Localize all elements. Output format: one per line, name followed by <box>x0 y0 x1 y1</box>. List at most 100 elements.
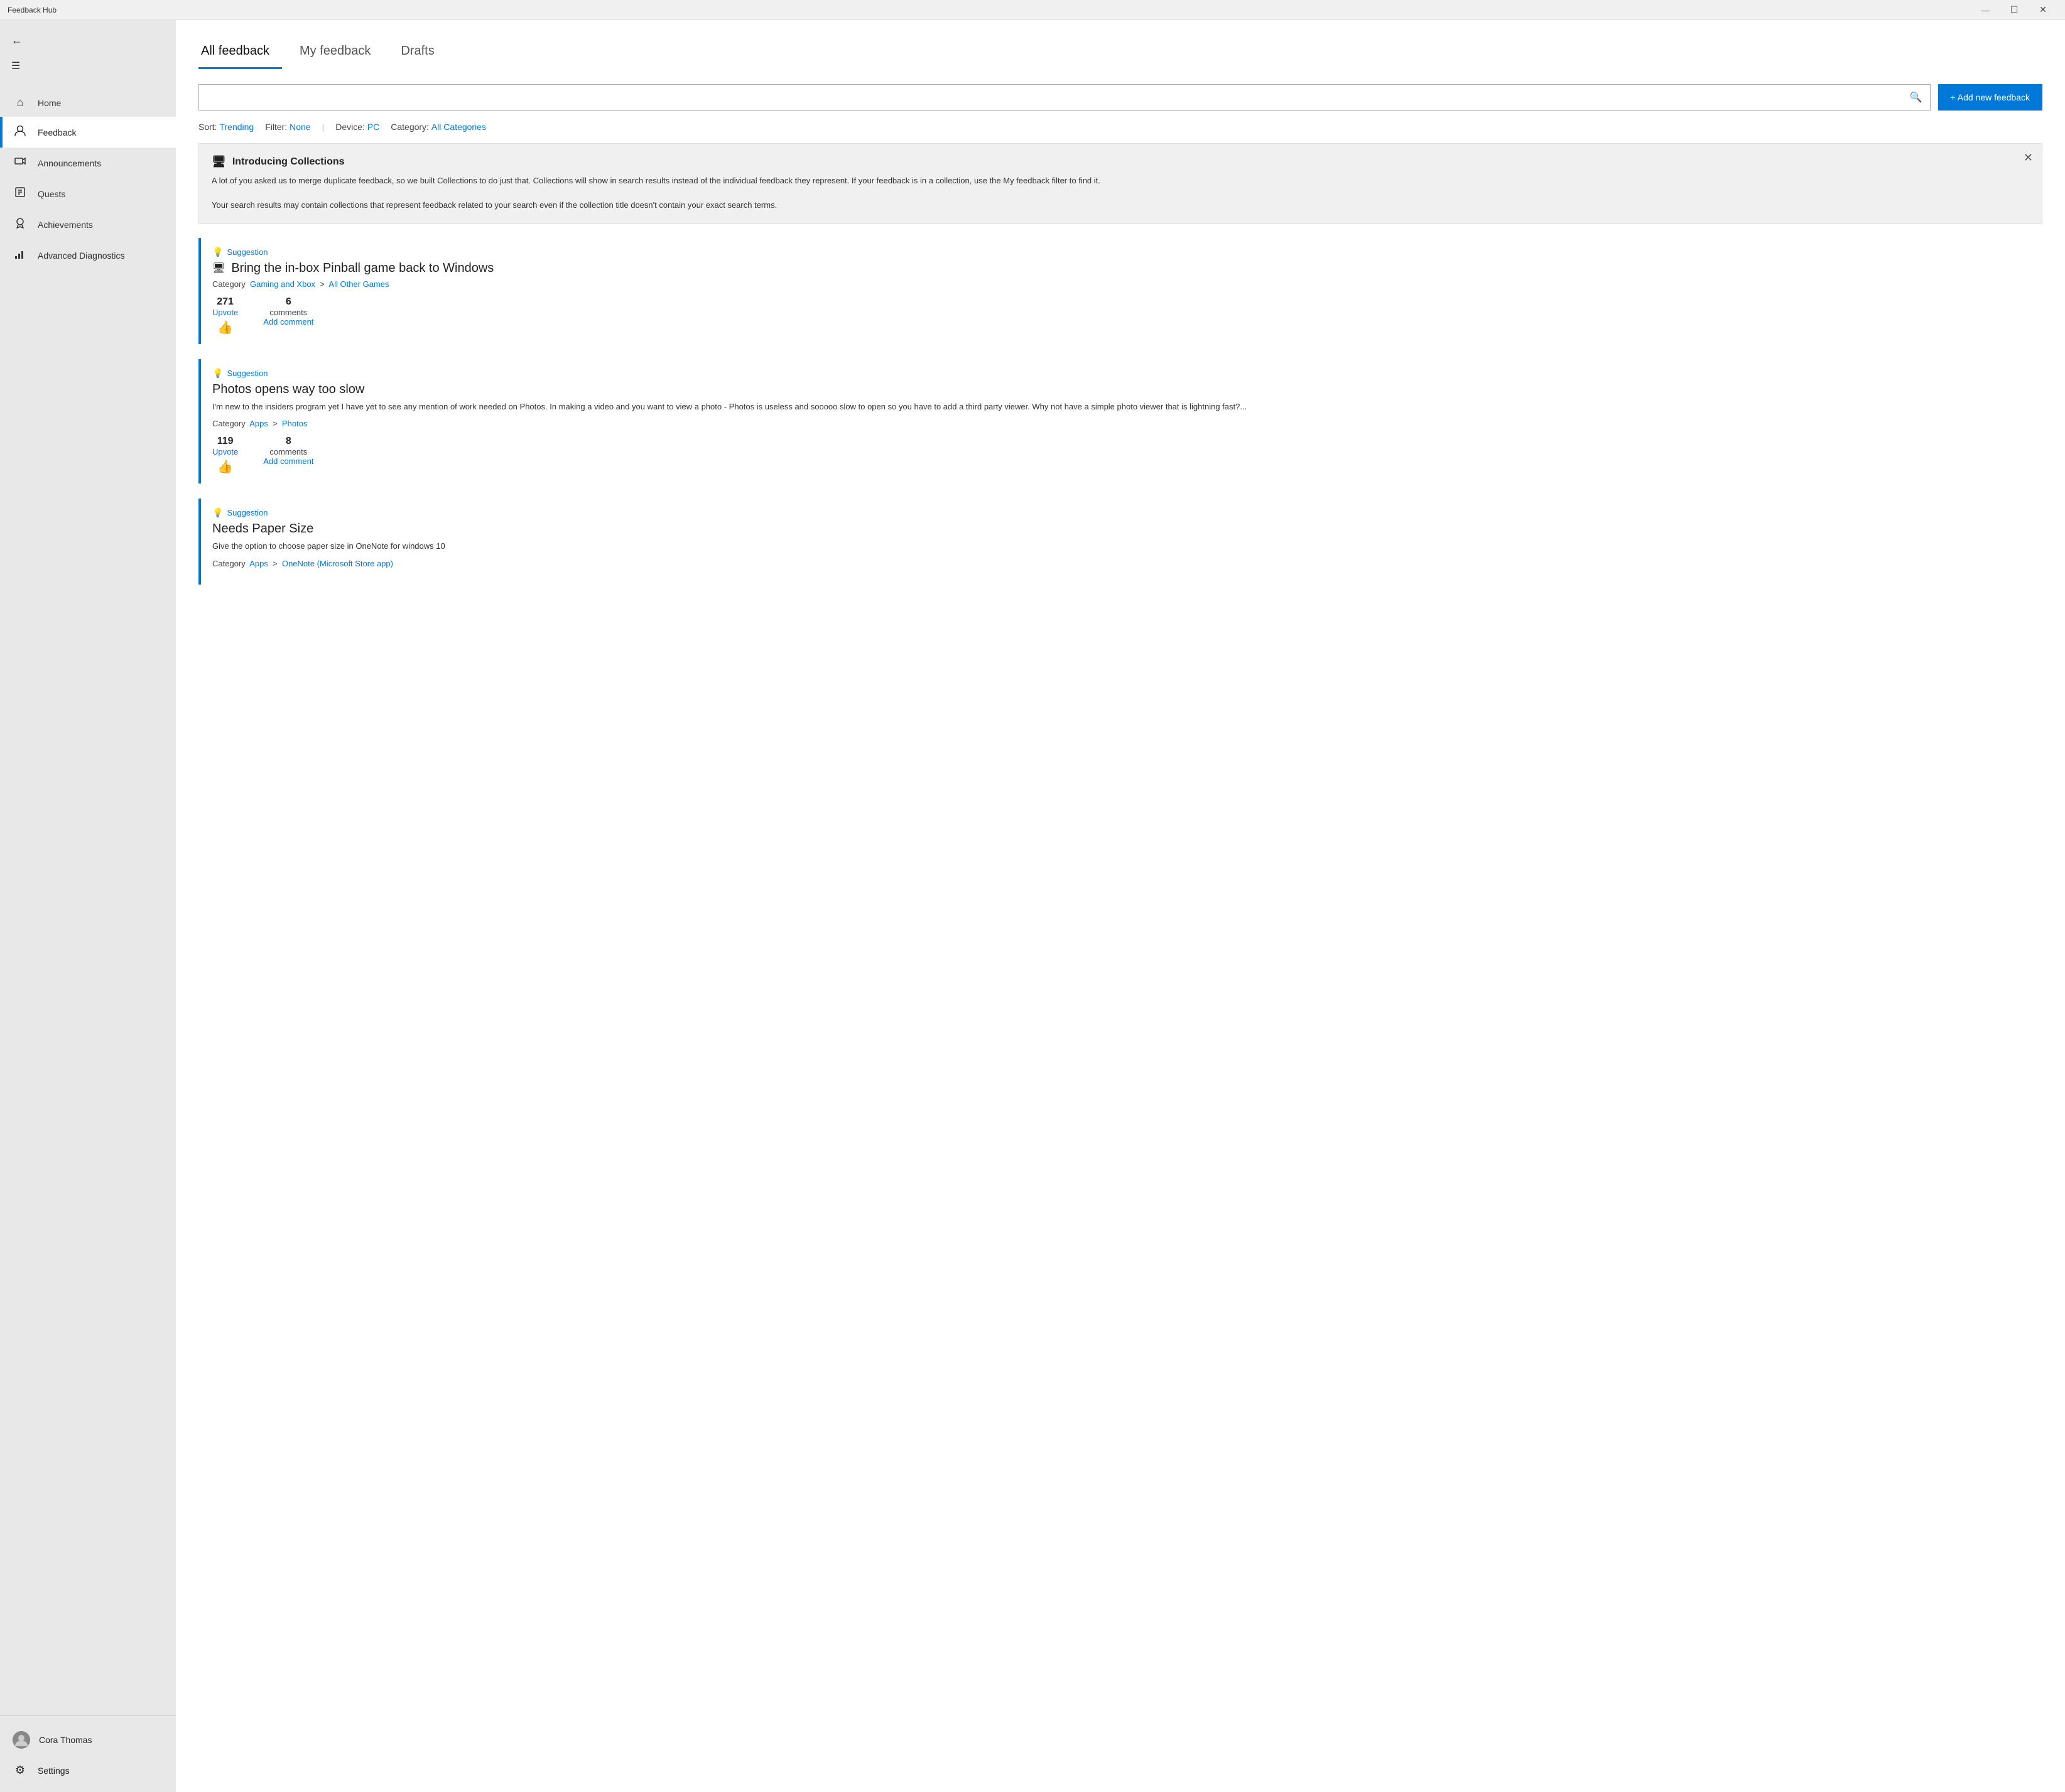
tab-all-feedback[interactable]: All feedback <box>198 38 282 69</box>
comments-block-2: 8 comments Add comment <box>263 436 313 466</box>
feedback-actions-2: 119 Upvote 👍 8 comments Add comment <box>212 436 2042 475</box>
search-row: 🔍 + Add new feedback <box>198 84 2042 111</box>
device-label: Device: PC <box>335 122 379 132</box>
sidebar-top: ← ☰ <box>0 20 176 84</box>
titlebar-controls: — ☐ ✕ <box>1971 0 2057 20</box>
feedback-title-3[interactable]: Needs Paper Size <box>212 522 2042 536</box>
add-feedback-button[interactable]: + Add new feedback <box>1938 84 2043 111</box>
sidebar-item-label: Quests <box>38 189 65 199</box>
tab-drafts[interactable]: Drafts <box>398 38 447 69</box>
back-button[interactable]: ← <box>0 28 34 53</box>
suggestion-icon-3: 💡 <box>212 507 223 518</box>
sidebar-item-achievements[interactable]: Achievements <box>0 209 176 240</box>
category-label: Category: All Categories <box>391 122 486 132</box>
feedback-type-2: 💡 Suggestion <box>212 368 2042 379</box>
tab-my-feedback[interactable]: My feedback <box>297 38 383 69</box>
vote-count-2: 119 <box>217 436 234 447</box>
category-link-apps[interactable]: Apps <box>249 419 268 428</box>
add-comment-link-2[interactable]: Add comment <box>263 456 313 466</box>
add-comment-link-1[interactable]: Add comment <box>263 317 313 327</box>
search-icon: 🔍 <box>1910 91 1922 104</box>
notice-body1: A lot of you asked us to merge duplicate… <box>212 175 2029 188</box>
sidebar: ← ☰ ⌂ Home Feedback <box>0 20 176 1792</box>
feedback-desc-3: Give the option to choose paper size in … <box>212 540 2042 553</box>
thumbs-up-icon-1[interactable]: 👍 <box>217 320 233 335</box>
filter-row: Sort: Trending Filter: None | Device: PC… <box>198 122 2042 132</box>
main-content: All feedback My feedback Drafts 🔍 + Add … <box>176 20 2065 1792</box>
category-all[interactable]: All Categories <box>431 122 486 132</box>
close-button[interactable]: ✕ <box>2029 0 2057 20</box>
feedback-title-2[interactable]: Photos opens way too slow <box>212 382 2042 397</box>
pinball-icon: 🖥 <box>212 262 225 274</box>
feedback-category-3: Category Apps > OneNote (Microsoft Store… <box>212 559 2042 568</box>
feedback-actions-1: 271 Upvote 👍 6 comments Add comment <box>212 296 2042 335</box>
filter-divider: | <box>322 122 325 132</box>
sort-label: Sort: Trending <box>198 122 254 132</box>
settings-item[interactable]: ⚙ Settings <box>0 1756 176 1784</box>
settings-icon: ⚙ <box>13 1764 28 1777</box>
upvote-label-2[interactable]: Upvote <box>212 447 238 456</box>
diagnostics-icon <box>13 247 28 263</box>
titlebar: Feedback Hub — ☐ ✕ <box>0 0 2065 20</box>
comments-count-1: 6 <box>286 296 291 308</box>
hamburger-button[interactable]: ☰ <box>0 53 31 78</box>
maximize-button[interactable]: ☐ <box>2000 0 2029 20</box>
user-profile[interactable]: Cora Thomas <box>0 1724 176 1756</box>
sidebar-item-quests[interactable]: Quests <box>0 178 176 209</box>
upvote-label-1[interactable]: Upvote <box>212 308 238 317</box>
sidebar-item-home[interactable]: ⌂ Home <box>0 89 176 117</box>
device-pc[interactable]: PC <box>367 122 379 132</box>
titlebar-title: Feedback Hub <box>8 6 1971 14</box>
vote-block-1: 271 Upvote 👍 <box>212 296 238 335</box>
sidebar-bottom: Cora Thomas ⚙ Settings <box>0 1715 176 1792</box>
category-link-apps2[interactable]: Apps <box>249 559 268 568</box>
collections-notice: ✕ 🖥 Introducing Collections A lot of you… <box>198 143 2042 224</box>
sidebar-item-advanced-diagnostics[interactable]: Advanced Diagnostics <box>0 240 176 271</box>
sidebar-item-feedback[interactable]: Feedback <box>0 117 176 148</box>
sort-trending[interactable]: Trending <box>219 122 254 132</box>
feedback-type-3: 💡 Suggestion <box>212 507 2042 518</box>
filter-label: Filter: None <box>265 122 310 132</box>
vote-block-2: 119 Upvote 👍 <box>212 436 238 475</box>
settings-label: Settings <box>38 1766 70 1776</box>
comments-count-2: 8 <box>286 436 291 447</box>
category-link-other-games[interactable]: All Other Games <box>328 279 389 289</box>
feedback-item-3: 💡 Suggestion Needs Paper Size Give the o… <box>198 499 2042 585</box>
feedback-icon <box>13 124 28 140</box>
notice-icon: 🖥 <box>212 155 226 168</box>
sidebar-item-label: Feedback <box>38 127 76 138</box>
home-icon: ⌂ <box>13 96 28 109</box>
app-layout: ← ☰ ⌂ Home Feedback <box>0 20 2065 1792</box>
feedback-type-1: 💡 Suggestion <box>212 247 2042 257</box>
sidebar-item-label: Home <box>38 98 61 108</box>
sidebar-item-label: Announcements <box>38 158 101 168</box>
notice-close-button[interactable]: ✕ <box>2024 151 2033 165</box>
category-link-onenote[interactable]: OneNote (Microsoft Store app) <box>282 559 393 568</box>
filter-none[interactable]: None <box>290 122 310 132</box>
suggestion-icon-1: 💡 <box>212 247 223 257</box>
minimize-button[interactable]: — <box>1971 0 2000 20</box>
feedback-category-2: Category Apps > Photos <box>212 419 2042 428</box>
feedback-item-1: 💡 Suggestion 🖥 Bring the in-box Pinball … <box>198 238 2042 344</box>
avatar <box>13 1731 30 1749</box>
category-link-gaming[interactable]: Gaming and Xbox <box>250 279 315 289</box>
quests-icon <box>13 186 28 202</box>
sidebar-nav: ⌂ Home Feedback <box>0 89 176 1715</box>
search-box[interactable]: 🔍 <box>198 84 1931 111</box>
search-input[interactable] <box>207 92 1910 102</box>
feedback-title-1[interactable]: 🖥 Bring the in-box Pinball game back to … <box>212 261 2042 276</box>
achievements-icon <box>13 217 28 232</box>
feedback-item-2: 💡 Suggestion Photos opens way too slow I… <box>198 359 2042 484</box>
suggestion-icon-2: 💡 <box>212 368 223 379</box>
feedback-desc-2: I'm new to the insiders program yet I ha… <box>212 401 2042 413</box>
feedback-category-1: Category Gaming and Xbox > All Other Gam… <box>212 279 2042 289</box>
thumbs-up-icon-2[interactable]: 👍 <box>217 459 233 475</box>
vote-count-1: 271 <box>217 296 234 308</box>
sidebar-item-announcements[interactable]: Announcements <box>0 148 176 178</box>
announcements-icon <box>13 155 28 171</box>
category-link-photos[interactable]: Photos <box>282 419 307 428</box>
comments-label-2: comments <box>269 447 307 456</box>
sidebar-item-label: Advanced Diagnostics <box>38 251 125 261</box>
sidebar-item-label: Achievements <box>38 220 93 230</box>
comments-label-1: comments <box>269 308 307 317</box>
